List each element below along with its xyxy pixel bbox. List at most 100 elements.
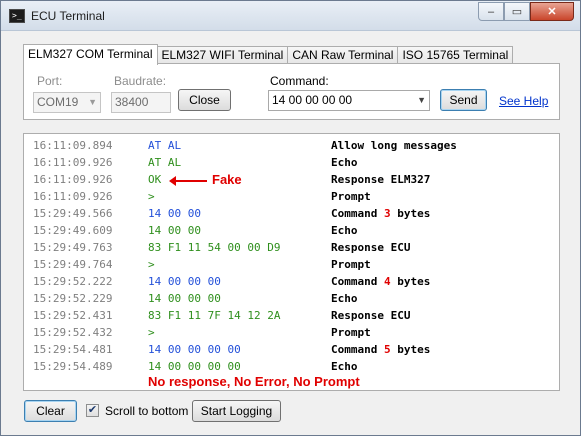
- log-row: 15:29:49.763 83 F1 11 54 00 00 D9 Respon…: [24, 239, 559, 256]
- byte-count: 4: [383, 275, 391, 288]
- log-row: 15:29:49.566 14 00 00 Command 3 bytes: [24, 205, 559, 222]
- log-description: Response ELM327: [331, 173, 431, 186]
- tab-strip: ELM327 COM Terminal ELM327 WIFI Terminal…: [23, 44, 514, 65]
- maximize-icon: ▭: [511, 6, 523, 18]
- log-description: Echo: [331, 292, 358, 305]
- log-timestamp: 15:29:49.566: [33, 207, 113, 220]
- no-response-annotation: No response, No Error, No Prompt: [148, 374, 360, 389]
- title-bar[interactable]: >_ ECU Terminal – ▭ ✕: [1, 1, 580, 31]
- log-timestamp: 15:29:54.489: [33, 360, 113, 373]
- close-icon: ✕: [547, 6, 557, 18]
- log-row: 16:11:09.926 AT AL Echo: [24, 154, 559, 171]
- log-timestamp: 15:29:49.609: [33, 224, 113, 237]
- log-description: Echo: [331, 224, 358, 237]
- log-description: Prompt: [331, 258, 371, 271]
- log-description: Allow long messages: [331, 139, 457, 152]
- log-row: 15:29:54.489 14 00 00 00 00 Echo: [24, 358, 559, 375]
- log-timestamp: 15:29:52.229: [33, 292, 113, 305]
- log-message: 83 F1 11 54 00 00 D9: [148, 241, 281, 254]
- fake-annotation: Fake: [212, 172, 242, 187]
- log-message: 14 00 00 00: [148, 292, 221, 305]
- send-button[interactable]: Send: [440, 89, 487, 111]
- log-row: 15:29:54.481 14 00 00 00 00 Command 5 by…: [24, 341, 559, 358]
- arrow-left-icon: [169, 176, 207, 186]
- close-window-button[interactable]: ✕: [530, 2, 574, 21]
- checkmark-icon: ✔: [87, 404, 98, 416]
- log-timestamp: 16:11:09.926: [33, 190, 113, 203]
- log-row: 15:29:52.222 14 00 00 00 Command 4 bytes: [24, 273, 559, 290]
- scroll-to-bottom-label[interactable]: Scroll to bottom: [105, 404, 188, 418]
- log-description: Echo: [331, 156, 358, 169]
- log-timestamp: 15:29:52.432: [33, 326, 113, 339]
- log-row: 15:29:49.764 > Prompt: [24, 256, 559, 273]
- log-description: Echo: [331, 360, 358, 373]
- log-description-suffix: bytes: [390, 343, 431, 356]
- log-description-prefix: Command: [331, 207, 384, 220]
- byte-count: 5: [383, 343, 391, 356]
- log-row: 15:29:52.431 83 F1 11 7F 14 12 2A Respon…: [24, 307, 559, 324]
- log-timestamp: 15:29:49.764: [33, 258, 113, 271]
- app-window: >_ ECU Terminal – ▭ ✕ ELM327 COM Termina…: [0, 0, 581, 436]
- log-row: 16:11:09.926 OK Fake Response ELM327: [24, 171, 559, 188]
- log-description: Response ECU: [331, 241, 411, 254]
- log-description-suffix: bytes: [390, 275, 431, 288]
- maximize-button[interactable]: ▭: [504, 2, 530, 21]
- log-message: 14 00 00 00: [148, 275, 221, 288]
- log-description: Prompt: [331, 190, 371, 203]
- console-icon: >_: [9, 9, 25, 23]
- log-row: 16:11:09.926 > Prompt: [24, 188, 559, 205]
- port-value: COM19: [37, 95, 79, 109]
- port-select[interactable]: COM19 ▼: [33, 92, 101, 113]
- log-message: OK: [148, 173, 162, 186]
- log-description-prefix: Command: [331, 343, 384, 356]
- log-timestamp: 16:11:09.894: [33, 139, 113, 152]
- port-label: Port:: [37, 74, 63, 88]
- tab-elm327-com[interactable]: ELM327 COM Terminal: [23, 44, 158, 65]
- log-timestamp: 15:29:52.222: [33, 275, 113, 288]
- command-label: Command:: [270, 74, 329, 88]
- command-input[interactable]: 14 00 00 00 00 ▼: [268, 90, 430, 111]
- log-message: 14 00 00: [148, 224, 201, 237]
- log-description: Command 4 bytes: [331, 275, 430, 288]
- close-port-button[interactable]: Close: [178, 89, 231, 111]
- baudrate-value: 38400: [115, 95, 149, 109]
- log-message: >: [148, 326, 155, 339]
- log-message: AT AL: [148, 156, 182, 169]
- log-description: Command 5 bytes: [331, 343, 430, 356]
- log-message: 83 F1 11 7F 14 12 2A: [148, 309, 281, 322]
- window-title: ECU Terminal: [31, 9, 105, 23]
- log-description-suffix: bytes: [390, 207, 431, 220]
- log-output[interactable]: 16:11:09.894 AT AL Allow long messages 1…: [23, 133, 560, 391]
- minimize-button[interactable]: –: [478, 2, 504, 21]
- clear-button[interactable]: Clear: [24, 400, 77, 422]
- byte-count: 3: [383, 207, 391, 220]
- log-message: >: [148, 190, 155, 203]
- chevron-down-icon[interactable]: ▼: [417, 91, 426, 110]
- log-description: Command 3 bytes: [331, 207, 430, 220]
- baudrate-field[interactable]: 38400: [111, 92, 171, 113]
- scroll-to-bottom-checkbox[interactable]: ✔: [86, 404, 99, 417]
- log-timestamp: 16:11:09.926: [33, 156, 113, 169]
- log-message: AT AL: [148, 139, 182, 152]
- log-description: Prompt: [331, 326, 371, 339]
- log-message: 14 00 00 00 00: [148, 360, 241, 373]
- start-logging-button[interactable]: Start Logging: [192, 400, 281, 422]
- log-timestamp: 15:29:52.431: [33, 309, 113, 322]
- log-row: 15:29:49.609 14 00 00 Echo: [24, 222, 559, 239]
- log-timestamp: 15:29:49.763: [33, 241, 113, 254]
- chevron-down-icon: ▼: [88, 97, 97, 107]
- log-row: 15:29:52.432 > Prompt: [24, 324, 559, 341]
- log-timestamp: 15:29:54.481: [33, 343, 113, 356]
- log-row: 15:29:52.229 14 00 00 00 Echo: [24, 290, 559, 307]
- log-description-prefix: Command: [331, 275, 384, 288]
- caption-buttons: – ▭ ✕: [478, 2, 574, 21]
- see-help-link[interactable]: See Help: [499, 94, 548, 108]
- command-value: 14 00 00 00 00: [272, 93, 353, 107]
- log-description: Response ECU: [331, 309, 411, 322]
- log-timestamp: 16:11:09.926: [33, 173, 113, 186]
- log-message: 14 00 00: [148, 207, 201, 220]
- baudrate-label: Baudrate:: [114, 74, 167, 88]
- tab-panel-elm327-com: Port: COM19 ▼ Baudrate: 38400 Close Comm…: [23, 63, 560, 120]
- log-row: 16:11:09.894 AT AL Allow long messages: [24, 137, 559, 154]
- log-message: 14 00 00 00 00: [148, 343, 241, 356]
